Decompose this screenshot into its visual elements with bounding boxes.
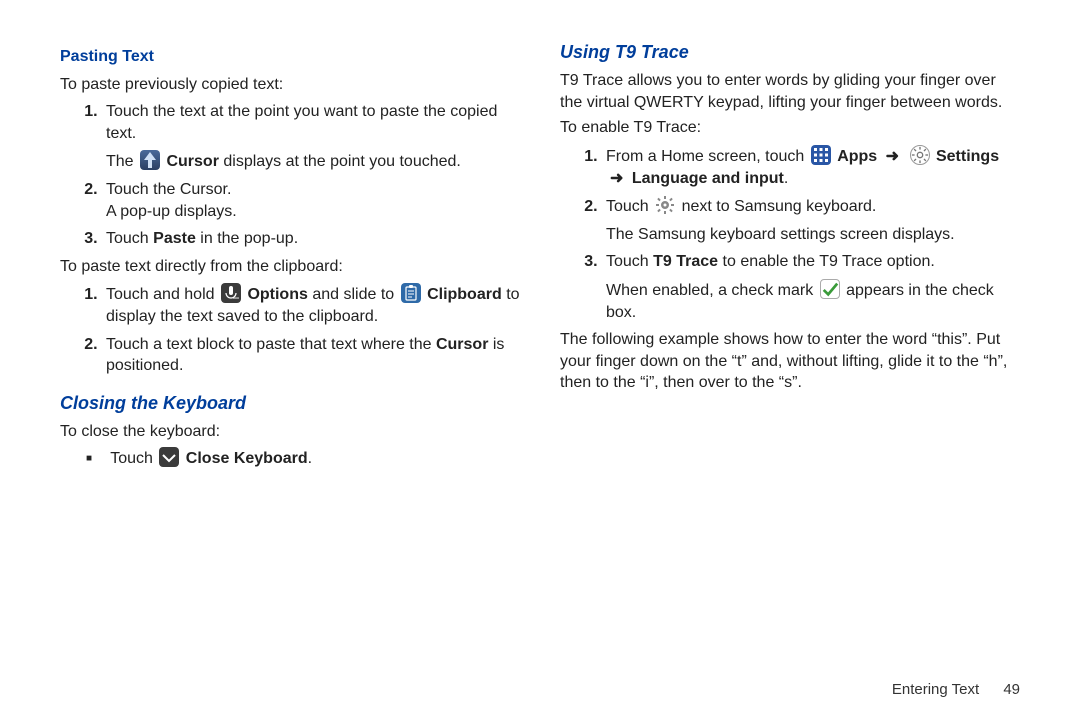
paste-steps: Touch the text at the point you want to … <box>60 101 520 250</box>
close-intro: To close the keyboard: <box>60 421 520 443</box>
clipboard-icon <box>401 283 421 303</box>
cursor-icon <box>140 150 160 170</box>
t9-example: The following example shows how to enter… <box>560 329 1020 394</box>
t9-enable-intro: To enable T9 Trace: <box>560 117 1020 139</box>
settings-icon <box>910 145 930 165</box>
mic-options-icon <box>221 283 241 303</box>
footer-section: Entering Text <box>892 681 979 698</box>
close-bullet-item: Touch Close Keyboard. <box>86 447 520 470</box>
heading-pasting-text: Pasting Text <box>60 46 520 68</box>
t9-step-2: Touch next to Samsung keyboard. The Sams… <box>602 195 1020 245</box>
intro-clipboard: To paste text directly from the clipboar… <box>60 256 520 278</box>
apps-icon <box>811 145 831 165</box>
right-column: Using T9 Trace T9 Trace allows you to en… <box>545 40 1035 680</box>
heading-t9-trace: Using T9 Trace <box>560 40 1020 64</box>
clipboard-steps: Touch and hold Options and slide to Clip… <box>60 283 520 376</box>
arrow-icon: ➜ <box>886 148 899 165</box>
intro-paste: To paste previously copied text: <box>60 74 520 96</box>
paste-step-3: Touch Paste in the pop-up. <box>102 228 520 250</box>
arrow-icon: ➜ <box>610 170 623 187</box>
close-bullet: Touch Close Keyboard. <box>60 447 520 470</box>
t9-desc: T9 Trace allows you to enter words by gl… <box>560 70 1020 113</box>
gear-icon <box>655 195 675 215</box>
paste-step-2: Touch the Cursor. A pop-up displays. <box>102 179 520 222</box>
paste-step-1: Touch the text at the point you want to … <box>102 101 520 173</box>
left-column: Pasting Text To paste previously copied … <box>45 40 535 680</box>
clipboard-step-2: Touch a text block to paste that text wh… <box>102 334 520 377</box>
t9-step-3: Touch T9 Trace to enable the T9 Trace op… <box>602 251 1020 323</box>
clipboard-step-1: Touch and hold Options and slide to Clip… <box>102 283 520 327</box>
checkmark-icon <box>820 279 840 299</box>
close-keyboard-icon <box>159 447 179 467</box>
footer-page-number: 49 <box>1003 681 1020 698</box>
heading-closing-keyboard: Closing the Keyboard <box>60 391 520 415</box>
page-footer: Entering Text 49 <box>892 681 1020 698</box>
t9-steps: From a Home screen, touch Apps ➜ Se <box>560 145 1020 323</box>
t9-step-1: From a Home screen, touch Apps ➜ Se <box>602 145 1020 189</box>
